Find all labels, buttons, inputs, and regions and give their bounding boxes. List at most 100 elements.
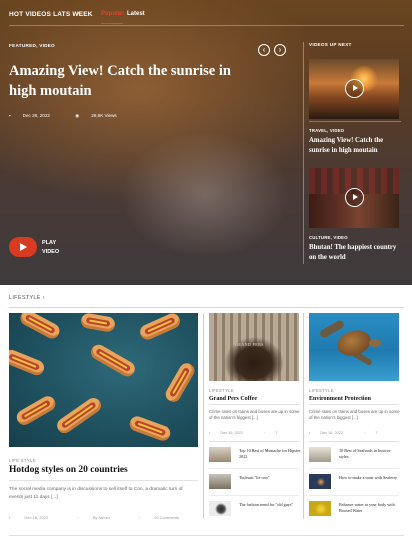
- related-item[interactable]: Top 10 Best of Mustache for Hipster 2022: [209, 445, 301, 465]
- chevron-right-icon[interactable]: ›: [77, 10, 79, 17]
- chevron-left-icon: ‹: [262, 45, 266, 54]
- hero-title[interactable]: Amazing View! Catch the sunrise in high …: [9, 61, 244, 101]
- slider-prev-button[interactable]: ‹: [258, 44, 270, 56]
- main-meta: ▪ Dec 16, 2022 ▫ By Admin ▫ 20 Comments: [9, 515, 207, 520]
- related-item[interactable]: Tucksuit "lie ooo": [209, 472, 301, 492]
- col1-category[interactable]: LIFESTYLE: [209, 388, 234, 393]
- calendar-icon: ▪: [209, 431, 211, 435]
- related-title[interactable]: Tucksuit "lie ooo": [239, 475, 301, 481]
- col1-title[interactable]: Grand Pers Coffee: [209, 396, 257, 402]
- related-item[interactable]: How to make a toast with Seaferry: [309, 472, 401, 492]
- main-comments-text[interactable]: 20 Comments: [154, 515, 179, 520]
- hero-date: ▪ Dec 26, 2022: [9, 113, 62, 118]
- column-divider: [303, 313, 304, 519]
- col2-category[interactable]: LIFESTYLE: [309, 388, 334, 393]
- col1-meta: ▪ Dec 16, 2022 ▫ 7: [209, 431, 298, 435]
- related-title[interactable]: How to make a toast with Seaferry: [339, 475, 401, 481]
- hotdog-shape: [163, 360, 197, 405]
- lifestyle-section-text[interactable]: LIFESTYLE: [9, 295, 41, 301]
- play-label[interactable]: PLAY: [42, 240, 56, 246]
- related-title[interactable]: Enhance water to your body with Boosed W…: [339, 502, 401, 513]
- up-next-category-2[interactable]: CULTURE, VIDEO: [309, 235, 348, 240]
- hotdog-shape: [54, 395, 104, 436]
- tab-popular[interactable]: Popular: [101, 11, 124, 24]
- col1-comments[interactable]: ▫ 7: [264, 431, 287, 435]
- divider: [309, 404, 399, 405]
- section-divider: [9, 307, 404, 308]
- divider: [209, 404, 299, 405]
- main-title[interactable]: Hotdog styles on 20 countries: [9, 465, 128, 475]
- related-title[interactable]: 10 Best of Seafoods in Incoive styles: [339, 448, 401, 459]
- main-comments[interactable]: ▫ 20 Comments: [139, 515, 193, 520]
- related-title[interactable]: The fashion trend for "old guys": [239, 502, 301, 508]
- hero-views: ◉ 28,6K Views: [75, 113, 128, 119]
- chevron-right-icon[interactable]: ›: [43, 295, 45, 301]
- main-author[interactable]: ▫ By Admin: [77, 515, 123, 520]
- hotdog-shape: [79, 313, 117, 333]
- coffee-shop-image[interactable]: [209, 313, 299, 381]
- hot-videos-header: HOT VIDEOS LATS WEEK › Popular Latest: [9, 10, 404, 26]
- related-item[interactable]: 10 Best of Seafoods in Incoive styles: [309, 445, 401, 465]
- main-date: ▪ Dec 16, 2022: [9, 515, 62, 520]
- related-title[interactable]: Top 10 Best of Mustache for Hipster 2022: [239, 448, 301, 459]
- col1-description: Crime rates on trains and buses are up i…: [209, 409, 300, 421]
- play-icon[interactable]: [345, 79, 364, 98]
- hero-divider: [303, 42, 304, 264]
- hero-date-text: Dec 26, 2022: [22, 113, 50, 118]
- hero-featured-video: HOT VIDEOS LATS WEEK › Popular Latest FE…: [0, 0, 412, 285]
- hotdog-image[interactable]: [9, 313, 198, 447]
- hero-views-text: 28,6K Views: [91, 113, 117, 118]
- main-category[interactable]: LIFE STYLE: [9, 458, 36, 463]
- col2-comments[interactable]: ▫ 7: [364, 431, 387, 435]
- col2-date: ▪ Dec 16, 2022: [309, 431, 353, 435]
- related-thumbnail[interactable]: [209, 501, 231, 516]
- related-item[interactable]: The fashion trend for "old guys": [209, 499, 301, 519]
- related-thumbnail[interactable]: [209, 474, 231, 489]
- up-next-heading: VIDEOS UP NEXT: [309, 42, 352, 47]
- main-author-text[interactable]: By Admin: [93, 515, 110, 520]
- column-divider: [203, 313, 204, 519]
- hot-videos-label: HOT VIDEOS LATS WEEK: [9, 11, 93, 18]
- calendar-icon: ▪: [9, 113, 11, 118]
- hotdog-shape: [14, 393, 58, 428]
- comment-icon: ▫: [264, 431, 266, 435]
- divider: [309, 121, 401, 122]
- col2-date-text: Dec 16, 2022: [320, 431, 343, 435]
- col2-comments-text[interactable]: 7: [375, 431, 377, 435]
- col1-comments-text[interactable]: 7: [275, 431, 277, 435]
- section-bottom-divider: [9, 535, 404, 536]
- slider-next-button[interactable]: ›: [274, 44, 286, 56]
- calendar-icon: ▪: [309, 431, 311, 435]
- divider: [9, 480, 198, 481]
- col2-meta: ▪ Dec 16, 2022 ▫ 7: [309, 431, 398, 435]
- col2-description: Crime rates on trains and buses are up i…: [309, 409, 400, 421]
- video-label[interactable]: VIDEO: [42, 249, 59, 255]
- divider: [209, 495, 299, 496]
- play-video-button[interactable]: [9, 237, 37, 257]
- turtle-shape: [334, 326, 374, 360]
- hotdog-shape: [17, 313, 63, 341]
- tab-latest[interactable]: Latest: [127, 11, 145, 17]
- comment-icon: ▫: [364, 431, 366, 435]
- col2-title[interactable]: Environment Protection: [309, 396, 371, 402]
- up-next-thumbnail-1[interactable]: [309, 59, 399, 119]
- related-thumbnail[interactable]: [309, 447, 331, 462]
- divider: [309, 495, 399, 496]
- up-next-category-1[interactable]: TRAVEL, VIDEO: [309, 128, 344, 133]
- hero-category[interactable]: FEATURED, VIDEO: [9, 43, 55, 48]
- hotdog-shape: [127, 414, 173, 443]
- play-icon[interactable]: [345, 188, 364, 207]
- divider: [209, 468, 299, 469]
- related-thumbnail[interactable]: [309, 474, 331, 489]
- related-item[interactable]: Enhance water to your body with Boosed W…: [309, 499, 401, 519]
- up-next-title-1[interactable]: Amazing View! Catch the sunrise in high …: [309, 136, 401, 155]
- lifestyle-section-label[interactable]: LIFESTYLE ›: [9, 295, 45, 301]
- up-next-title-2[interactable]: Bhutan! The happiest country on the worl…: [309, 243, 401, 262]
- up-next-thumbnail-2[interactable]: [309, 168, 399, 228]
- calendar-icon: ▪: [9, 515, 11, 520]
- user-icon: ▫: [77, 515, 79, 520]
- divider: [209, 441, 299, 442]
- related-thumbnail[interactable]: [309, 501, 331, 516]
- related-thumbnail[interactable]: [209, 447, 231, 462]
- sea-turtle-image[interactable]: [309, 313, 399, 381]
